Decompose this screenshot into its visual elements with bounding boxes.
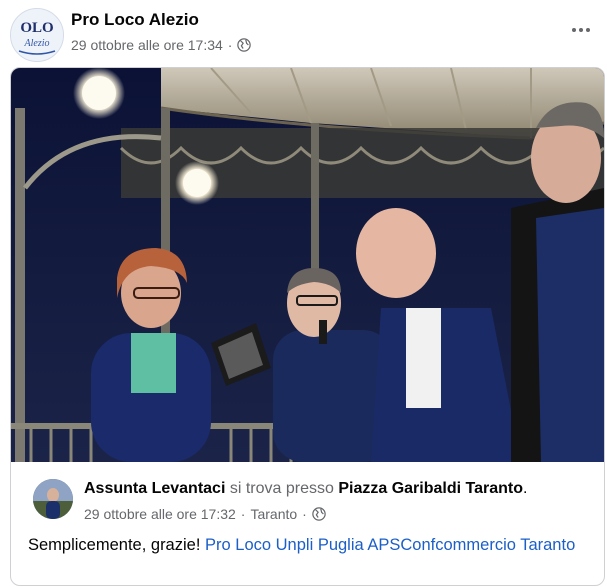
page-name-link[interactable]: Pro Loco Alezio bbox=[71, 10, 199, 30]
author-photo-icon bbox=[33, 479, 73, 519]
tag-pro-loco-unpli-puglia[interactable]: Pro Loco Unpli Puglia APS bbox=[205, 536, 400, 554]
more-options-dot bbox=[586, 28, 590, 32]
shared-post-place[interactable]: Taranto bbox=[250, 506, 297, 522]
meta-separator: · bbox=[227, 37, 233, 53]
post-meta: 29 ottobre alle ore 17:34 · bbox=[71, 37, 252, 53]
shared-post-timestamp[interactable]: 29 ottobre alle ore 17:32 bbox=[84, 506, 236, 522]
post-timestamp[interactable]: 29 ottobre alle ore 17:34 bbox=[71, 37, 223, 53]
more-options-dot bbox=[572, 28, 576, 32]
shared-post-header-line: Assunta Levantaci si trova presso Piazza… bbox=[84, 480, 527, 498]
location-prefix: si trova presso bbox=[229, 480, 334, 497]
page-avatar[interactable]: OLO Alezio bbox=[10, 8, 64, 62]
shared-author-name[interactable]: Assunta Levantaci bbox=[84, 480, 225, 497]
shared-post-caption: Semplicemente, grazie! Pro Loco Unpli Pu… bbox=[28, 533, 588, 558]
post-header: OLO Alezio Pro Loco Alezio 29 ottobre al… bbox=[0, 0, 607, 66]
shared-post-card[interactable]: Assunta Levantaci si trova presso Piazza… bbox=[10, 67, 605, 586]
location-name[interactable]: Piazza Garibaldi Taranto bbox=[338, 480, 523, 497]
meta-separator: · bbox=[302, 506, 307, 522]
logo-text: OLO bbox=[20, 20, 53, 36]
shared-author-avatar[interactable] bbox=[33, 479, 73, 519]
globe-icon bbox=[237, 38, 252, 52]
more-options-button[interactable] bbox=[567, 18, 595, 42]
tag-confcommercio-taranto[interactable]: Confcommercio Taranto bbox=[400, 536, 575, 554]
logo-script: Alezio bbox=[24, 38, 50, 49]
event-photo[interactable] bbox=[11, 68, 604, 462]
caption-text: Semplicemente, grazie! bbox=[28, 536, 201, 554]
meta-separator: · bbox=[240, 506, 246, 522]
globe-icon bbox=[312, 507, 326, 521]
shared-post-meta: 29 ottobre alle ore 17:32 · Taranto · bbox=[84, 506, 326, 522]
pro-loco-logo-icon: OLO Alezio bbox=[11, 9, 63, 61]
more-options-dot bbox=[579, 28, 583, 32]
location-suffix: . bbox=[522, 480, 528, 497]
